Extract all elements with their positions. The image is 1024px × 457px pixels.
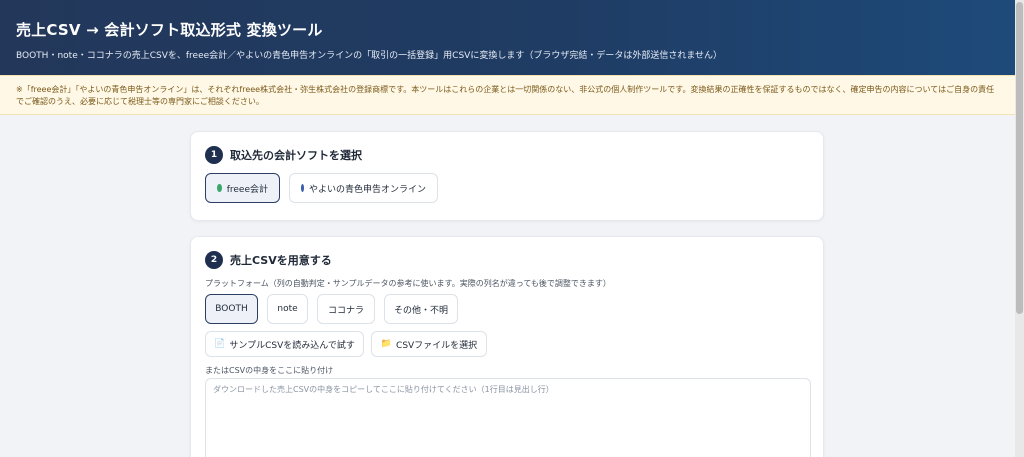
step2-title: 売上CSVを用意する <box>230 254 332 267</box>
page-subtitle: BOOTH・note・ココナラの売上CSVを、freee会計／やよいの青色申告オ… <box>16 51 723 61</box>
step1-number: 1 <box>205 146 223 164</box>
page-header: 売上CSV → 会計ソフト取込形式 変換ツール BOOTH・note・ココナラの… <box>0 0 1015 75</box>
page: 売上CSV → 会計ソフト取込形式 変換ツール BOOTH・note・ココナラの… <box>0 0 1015 457</box>
csv-paste-textarea[interactable]: ダウンロードした売上CSVの中身をコピーしてここに貼り付けてください（1行目は見… <box>205 378 811 457</box>
paste-label: またはCSVの中身をここに貼り付け <box>205 366 334 375</box>
yayoi-option-label: やよいの青色申告オンライン <box>308 184 426 195</box>
csv-source-buttons: 📄 サンプルCSVを読み込んで試す 📁 CSVファイルを選択 <box>205 331 809 357</box>
select-file-label: CSVファイルを選択 <box>396 340 478 351</box>
folder-icon: 📁 <box>380 339 393 349</box>
freee-option-button[interactable]: freee会計 <box>205 173 280 203</box>
vertical-scrollbar[interactable] <box>1015 0 1024 457</box>
platform-coconala-button[interactable]: ココナラ <box>317 294 375 324</box>
yayoi-option-button[interactable]: やよいの青色申告オンライン <box>289 173 438 203</box>
trademark-notice: ※「freee会計」「やよいの青色申告オンライン」は、それぞれfreee株式会社… <box>0 75 1015 115</box>
notice-text: ※「freee会計」「やよいの青色申告オンライン」は、それぞれfreee株式会社… <box>16 85 995 106</box>
scrollbar-thumb[interactable] <box>1016 2 1023 314</box>
step1-card: 1 取込先の会計ソフトを選択 freee会計 やよいの青色申告オンライン <box>190 131 824 221</box>
page-title: 売上CSV → 会計ソフト取込形式 変換ツール <box>16 21 323 39</box>
load-sample-button[interactable]: 📄 サンプルCSVを読み込んで試す <box>205 331 364 357</box>
platform-note-button[interactable]: note <box>267 294 308 324</box>
load-sample-label: サンプルCSVを読み込んで試す <box>229 340 355 351</box>
step2-number: 2 <box>205 251 223 269</box>
freee-dot-icon <box>217 184 222 192</box>
step2-card: 2 売上CSVを用意する プラットフォーム（列の自動判定・サンプルデータの参考に… <box>190 236 824 457</box>
platform-booth-button[interactable]: BOOTH <box>205 294 258 324</box>
document-icon: 📄 <box>214 339 226 349</box>
platform-label: プラットフォーム（列の自動判定・サンプルデータの参考に使います。実際の列名が違っ… <box>205 279 611 288</box>
platform-options: BOOTH note ココナラ その他・不明 <box>205 294 809 324</box>
yayoi-dot-icon <box>301 184 304 192</box>
select-file-button[interactable]: 📁 CSVファイルを選択 <box>371 331 487 357</box>
step1-heading: 1 取込先の会計ソフトを選択 <box>205 146 809 164</box>
freee-option-label: freee会計 <box>226 184 268 195</box>
step1-title: 取込先の会計ソフトを選択 <box>230 149 362 162</box>
platform-other-button[interactable]: その他・不明 <box>384 294 458 324</box>
software-options: freee会計 やよいの青色申告オンライン <box>205 173 809 203</box>
step2-heading: 2 売上CSVを用意する <box>205 251 809 269</box>
